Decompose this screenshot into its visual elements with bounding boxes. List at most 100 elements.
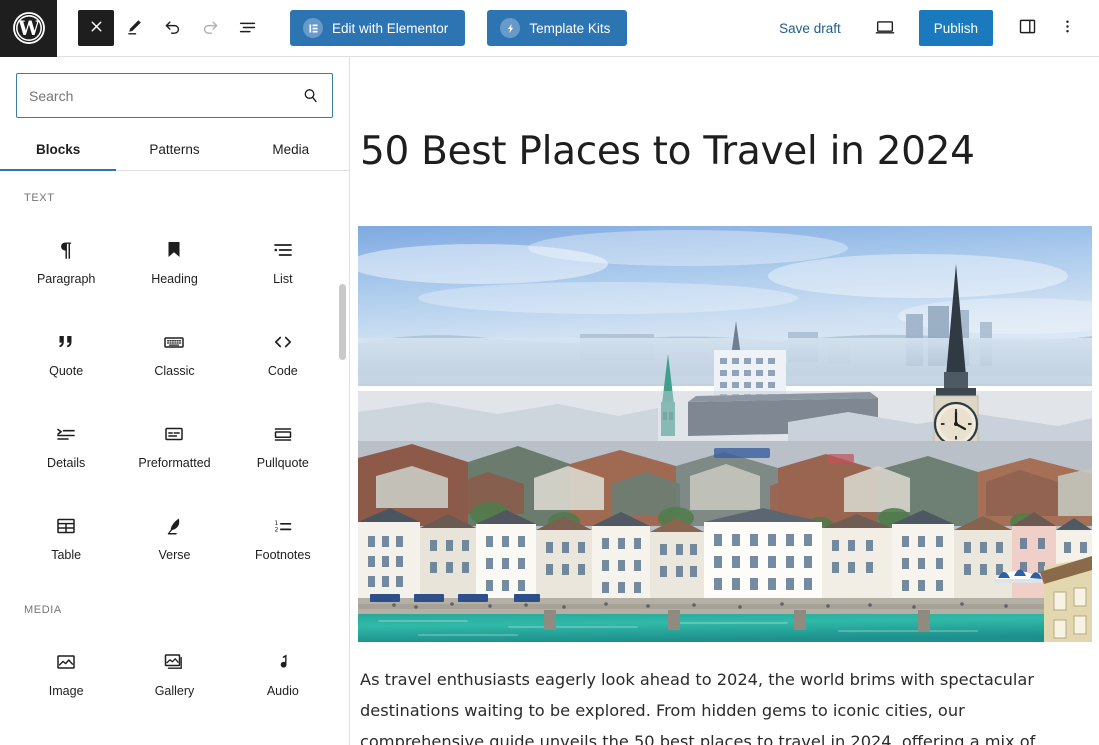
plugin-buttons-group: Edit with Elementor Template Kits [290,10,628,46]
tab-patterns-label: Patterns [149,142,200,157]
three-dots-vertical-icon [1058,17,1077,39]
block-item-pullquote[interactable]: Pullquote [229,399,337,491]
tab-media[interactable]: Media [233,131,349,170]
block-label: Heading [151,271,198,286]
block-item-table[interactable]: Table [12,491,120,583]
image-picture-icon [54,649,78,675]
tab-blocks[interactable]: Blocks [0,131,117,171]
section-title-media: MEDIA [24,604,62,616]
table-grid-icon [54,513,78,539]
document-outline-icon [237,16,259,41]
block-item-image[interactable]: Image [12,627,120,719]
template-kits-button[interactable]: Template Kits [487,10,628,46]
editor-canvas: 50 Best Places to Travel in 2024 As trav… [351,57,1099,745]
elementor-badge-icon [303,18,323,38]
verse-feather-icon [162,513,186,539]
section-title-text: TEXT [24,192,55,204]
block-item-code[interactable]: Code [229,307,337,399]
block-label: Classic [154,363,195,378]
search-icon [301,86,332,105]
template-kits-bolt-icon [500,18,521,38]
save-draft-button[interactable]: Save draft [767,13,853,44]
search-box[interactable] [16,73,333,118]
search-input[interactable] [17,74,301,117]
edit-with-elementor-label: Edit with Elementor [332,20,449,36]
block-item-audio[interactable]: Audio [229,627,337,719]
edit-mode-button[interactable] [116,10,152,46]
media-blocks-grid: Image Gallery Audio [12,616,337,719]
inserter-tabs: Blocks Patterns Media [0,131,349,171]
block-label: List [273,271,293,286]
post-body-paragraph[interactable]: As travel enthusiasts eagerly look ahead… [351,642,1099,745]
publish-button[interactable]: Publish [918,10,993,46]
paragraph-pilcrow-icon: ¶ [54,237,78,263]
editor-tools-group [57,10,266,46]
block-label: Details [47,455,86,470]
block-item-verse[interactable]: Verse [120,491,228,583]
angle-brackets-code-icon [271,329,295,355]
preview-button[interactable] [867,10,903,46]
top-bar-right-group: Save draft Publish [767,10,1099,46]
bulleted-list-icon [271,237,295,263]
gallery-stacked-images-icon [162,649,186,675]
zurich-cityscape-photo[interactable] [358,225,1092,642]
sidebar-scrollbar-thumb[interactable] [339,284,346,360]
block-label: Image [48,683,84,698]
preformatted-box-icon [162,421,186,447]
template-kits-label: Template Kits [529,20,611,36]
redo-arrow-icon [200,16,221,40]
block-item-quote[interactable]: Quote [12,307,120,399]
close-icon [88,18,105,38]
post-title[interactable]: 50 Best Places to Travel in 2024 [351,57,1099,176]
search-section [0,57,349,118]
block-label: Verse [158,547,191,562]
block-inserter-sidebar: Blocks Patterns Media TEXT ¶ Paragraph [0,57,350,745]
quotation-mark-icon [54,329,78,355]
list-view-button[interactable] [230,10,266,46]
block-label: Table [51,547,82,562]
block-label: Quote [49,363,84,378]
block-label: Audio [266,683,299,698]
edit-with-elementor-button[interactable]: Edit with Elementor [290,10,466,46]
blocks-scroll-area[interactable]: TEXT ¶ Paragraph Heading List Quote Clas… [0,171,349,736]
tab-media-label: Media [272,142,310,157]
heading-bookmark-icon [162,237,186,263]
block-label: Pullquote [256,455,309,470]
audio-music-note-icon [271,649,295,675]
settings-sidebar-button[interactable] [1009,10,1045,46]
block-label: Code [267,363,298,378]
keyboard-classic-icon [162,329,186,355]
block-label: Paragraph [36,271,96,286]
redo-button[interactable] [192,10,228,46]
block-item-list[interactable]: List [229,215,337,307]
close-editor-button[interactable] [78,10,114,46]
block-item-preformatted[interactable]: Preformatted [120,399,228,491]
pencil-edit-icon [124,16,145,40]
block-label: Gallery [154,683,195,698]
block-item-details[interactable]: Details [12,399,120,491]
svg-text:2: 2 [274,526,278,533]
undo-arrow-icon [162,16,183,40]
featured-image-block[interactable] [351,176,1099,642]
block-item-classic[interactable]: Classic [120,307,228,399]
block-item-footnotes[interactable]: 1 2 Footnotes [229,491,337,583]
block-item-paragraph[interactable]: ¶ Paragraph [12,215,120,307]
wordpress-logo-button[interactable]: W [0,0,57,57]
more-options-button[interactable] [1049,10,1085,46]
block-item-heading[interactable]: Heading [120,215,228,307]
block-label: Preformatted [138,455,211,470]
settings-panel-icon [1017,16,1038,40]
tab-blocks-label: Blocks [36,142,81,157]
svg-text:¶: ¶ [60,238,73,262]
wordpress-logo-icon: W [12,11,46,45]
editor-top-bar: W Edit with Elementor Template Kits Save… [0,0,1099,57]
undo-button[interactable] [154,10,190,46]
tab-patterns[interactable]: Patterns [116,131,232,170]
block-label: Footnotes [255,547,311,562]
footnotes-numbered-list-icon: 1 2 [271,513,295,539]
details-disclosure-icon [54,421,78,447]
desktop-preview-icon [874,16,896,41]
pullquote-bars-icon [271,421,295,447]
block-item-gallery[interactable]: Gallery [120,627,228,719]
text-blocks-grid: ¶ Paragraph Heading List Quote Classic C… [12,204,337,583]
